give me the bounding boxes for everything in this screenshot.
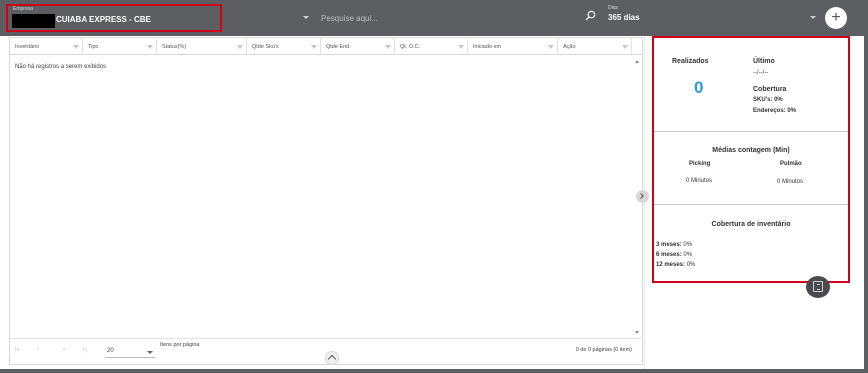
chevron-right-icon[interactable] [636,190,649,203]
page-size-select[interactable]: 20 [105,346,155,358]
add-inventory-button[interactable]: + [825,7,847,29]
column-header[interactable]: Inventário [10,38,83,55]
company-redacted-logo [12,14,55,28]
column-header[interactable]: Ação [558,38,632,55]
filter-icon[interactable] [147,45,153,49]
column-label: Status(%) [162,44,187,50]
company-dropdown-arrow-icon[interactable] [303,16,309,19]
coverage-3-months: 3 meses: 0% [656,242,692,248]
next-page-button[interactable]: › [63,347,65,353]
per-page-label: Itens por página [160,342,200,348]
company-selector[interactable]: Empresa CUIABA EXPRESS - CBE [6,4,222,32]
company-caption: Empresa [13,6,34,12]
pulmao-value: 0 Minutos [777,179,804,185]
coverage-value: 0% [686,262,696,268]
divider [654,204,848,205]
filter-icon[interactable] [458,45,464,49]
medias-title: Médias contagem (Min) [712,147,790,154]
column-header[interactable]: Qt. O.C. [395,38,468,55]
pulmao-label: Pulmão [780,161,802,167]
filter-icon[interactable] [385,45,391,49]
prev-page-button[interactable]: ‹ [37,347,39,353]
divider [654,131,848,132]
column-label: Tipo [88,44,99,50]
filter-icon[interactable] [311,45,317,49]
company-name: CUIABA EXPRESS - CBE [56,15,151,24]
coverage-label: 12 meses: [656,262,686,268]
cobertura-label: Cobertura [753,86,787,93]
page-size-dropdown-icon[interactable] [147,351,153,354]
stats-panel: Realizados 0 Último --/--/-- Cobertura S… [652,36,850,283]
window-edge [0,369,868,373]
column-label: Inventário [15,44,40,50]
filter-icon[interactable] [622,45,628,49]
column-header[interactable]: Status(%) [157,38,247,55]
days-selector[interactable]: 365 dias [608,13,640,22]
first-page-button[interactable]: |« [15,347,20,353]
document-icon[interactable] [806,276,830,298]
skus-coverage: SKU's: 0% [753,97,783,103]
table-header: Inventário Tipo Status(%) Qtde Sku's Qtd… [10,38,642,55]
search-input[interactable]: Pesquise aqui... [321,14,378,23]
last-page-button[interactable]: »| [82,347,87,353]
scroll-up-icon[interactable] [635,60,639,63]
filter-icon[interactable] [548,45,554,49]
column-header[interactable]: Iniciado em [468,38,558,55]
column-label: Iniciado em [473,44,502,50]
picking-label: Picking [689,161,711,167]
ultimo-label: Último [753,58,775,65]
empty-message: Não há registros a serem exibidos [15,64,107,70]
days-dropdown-arrow-icon[interactable] [810,16,816,19]
page-info: 0 de 0 páginas (0 item) [575,347,632,353]
days-caption: Dias [608,5,619,11]
inventory-table: Inventário Tipo Status(%) Qtde Sku's Qtd… [9,37,643,365]
filter-icon[interactable] [73,45,79,49]
column-label: Qt. O.C. [400,44,421,50]
scroll-down-icon[interactable] [635,331,639,334]
coverage-label: 3 meses: [656,242,682,248]
enderecos-coverage: Endereços: 0% [753,108,797,114]
coverage-value: 0% [683,242,693,248]
column-header[interactable]: Qtde Sku's [247,38,321,55]
filter-icon[interactable] [237,45,243,49]
window-edge [864,36,868,373]
column-header[interactable]: Tipo [83,38,157,55]
chevron-up-icon[interactable] [325,351,339,365]
cobertura-inventario-title: Cobertura de inventário [711,221,791,228]
column-label: Ação [563,44,576,50]
column-header[interactable]: Qtde End. [321,38,395,55]
realizados-value: 0 [694,78,704,97]
column-label: Qtde Sku's [252,44,279,50]
coverage-6-months: 6 meses: 0% [656,252,692,258]
page-size-value: 20 [107,348,114,354]
ultimo-value: --/--/-- [753,70,769,76]
top-bar: Empresa CUIABA EXPRESS - CBE Pesquise aq… [0,0,868,36]
realizados-label: Realizados [672,58,709,65]
column-label: Qtde End. [326,44,351,50]
coverage-value: 0% [683,252,693,258]
coverage-12-months: 12 meses: 0% [656,262,695,268]
search-icon[interactable] [585,10,596,21]
coverage-label: 6 meses: [656,252,682,258]
picking-value: 0 Minutos [686,178,713,184]
